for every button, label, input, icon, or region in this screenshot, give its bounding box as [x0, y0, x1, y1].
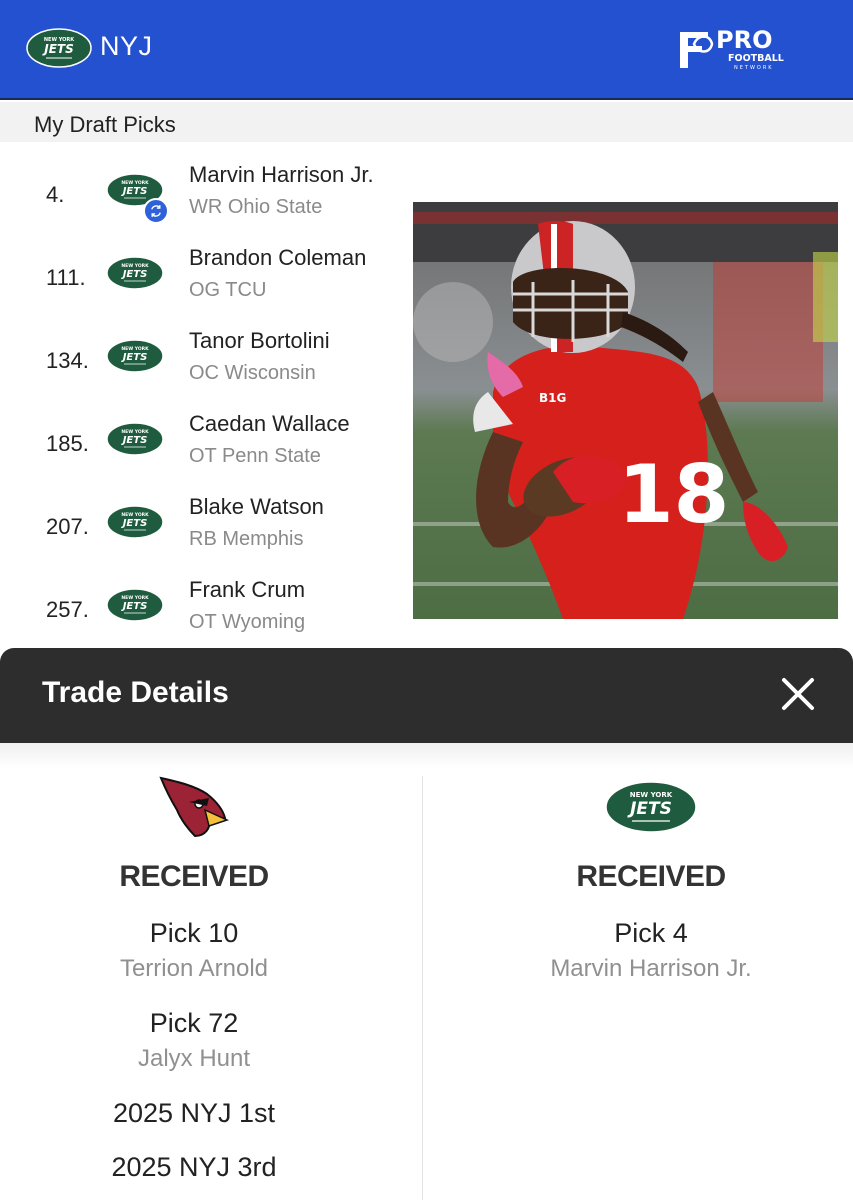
svg-text:JETS: JETS: [42, 42, 74, 56]
player-position-school: OT Wyoming: [189, 611, 306, 633]
svg-text:JETS: JETS: [121, 601, 148, 612]
jets-logo-icon: NEW YORK JETS: [106, 422, 164, 456]
jets-logo-icon: NEW YORK JETS: [605, 781, 697, 833]
left-future-pick-1: 2025 NYJ 1st: [112, 1098, 276, 1128]
right-pick-1: Pick 4: [614, 918, 688, 948]
svg-text:PRO: PRO: [716, 26, 772, 54]
section-title: My Draft Picks: [34, 112, 176, 137]
player-position-school: OC Wisconsin: [189, 362, 316, 384]
team-abbreviation: NYJ: [100, 31, 153, 61]
left-player-1: Terrion Arnold: [119, 955, 269, 982]
jets-logo-icon: NEW YORK JETS: [106, 505, 164, 539]
pick-row[interactable]: 257. NEW YORK JETS Frank Crum OT Wyoming: [0, 575, 410, 658]
pick-number: 111.: [46, 265, 86, 290]
svg-text:B1G: B1G: [539, 391, 566, 405]
svg-text:FOOTBALL: FOOTBALL: [728, 53, 784, 64]
trade-details-header: Trade Details: [0, 648, 853, 743]
player-position-school: OT Penn State: [189, 445, 321, 467]
right-received-label: RECEIVED: [576, 860, 726, 893]
player-position-school: RB Memphis: [189, 528, 304, 550]
pick-number: 185.: [46, 431, 89, 456]
jets-logo-icon: NEW YORK JETS: [106, 256, 164, 290]
player-name: Frank Crum: [189, 577, 306, 602]
left-future-pick-2: 2025 NYJ 3rd: [111, 1152, 277, 1182]
player-position-school: OG TCU: [189, 279, 267, 301]
jets-logo-icon[interactable]: NEW YORK JETS: [26, 28, 92, 68]
player-name: Brandon Coleman: [189, 245, 367, 270]
left-pick-1: Pick 10: [149, 918, 239, 948]
section-header: My Draft Picks: [0, 102, 853, 142]
svg-text:NETWORK: NETWORK: [734, 65, 774, 71]
jets-logo-icon: NEW YORK JETS: [106, 339, 164, 373]
svg-text:JETS: JETS: [121, 518, 148, 529]
trade-details-title: Trade Details: [42, 676, 229, 709]
pick-row[interactable]: 185. NEW YORK JETS Caedan Wallace OT Pen…: [0, 409, 410, 492]
trade-body-shadow: [0, 743, 853, 769]
player-position-school: WR Ohio State: [189, 196, 323, 218]
svg-text:JETS: JETS: [121, 186, 148, 197]
right-player-1: Marvin Harrison Jr.: [550, 955, 752, 982]
swap-icon: [143, 198, 169, 224]
pick-number: 4.: [46, 182, 65, 207]
player-name: Tanor Bortolini: [189, 328, 330, 353]
pick-row[interactable]: 134. NEW YORK JETS Tanor Bortolini OC Wi…: [0, 326, 410, 409]
player-name: Caedan Wallace: [189, 411, 350, 436]
pick-row[interactable]: 111. NEW YORK JETS Brandon Coleman OG TC…: [0, 243, 410, 326]
pick-number: 207.: [46, 514, 89, 539]
left-received-label: RECEIVED: [119, 860, 269, 893]
player-name: Blake Watson: [189, 494, 324, 519]
svg-text:JETS: JETS: [121, 352, 148, 363]
svg-text:JETS: JETS: [121, 269, 148, 280]
svg-text:JETS: JETS: [627, 799, 672, 819]
column-divider: [422, 776, 423, 1200]
svg-text:NEW YORK: NEW YORK: [630, 791, 673, 799]
svg-text:JETS: JETS: [121, 435, 148, 446]
left-pick-2: Pick 72: [149, 1008, 239, 1038]
app-header: NEW YORK JETS NYJ PRO FOOTBALL NETWORK: [0, 0, 853, 100]
pick-row[interactable]: 207. NEW YORK JETS Blake Watson RB Memph…: [0, 492, 410, 575]
player-name: Marvin Harrison Jr.: [189, 162, 374, 187]
cardinals-logo-icon: [159, 776, 229, 838]
close-icon[interactable]: [776, 672, 820, 716]
pick-number: 134.: [46, 348, 89, 373]
player-photo: 18 B1G: [413, 202, 838, 619]
svg-text:18: 18: [618, 448, 729, 541]
pick-row[interactable]: 4. NEW YORK JETS Marvin Harrison Jr. WR …: [0, 160, 410, 243]
pro-football-network-logo: PRO FOOTBALL NETWORK: [680, 26, 784, 71]
pick-number: 257.: [46, 597, 89, 622]
jets-logo-icon: NEW YORK JETS: [106, 588, 164, 622]
left-player-2: Jalyx Hunt: [137, 1045, 251, 1072]
